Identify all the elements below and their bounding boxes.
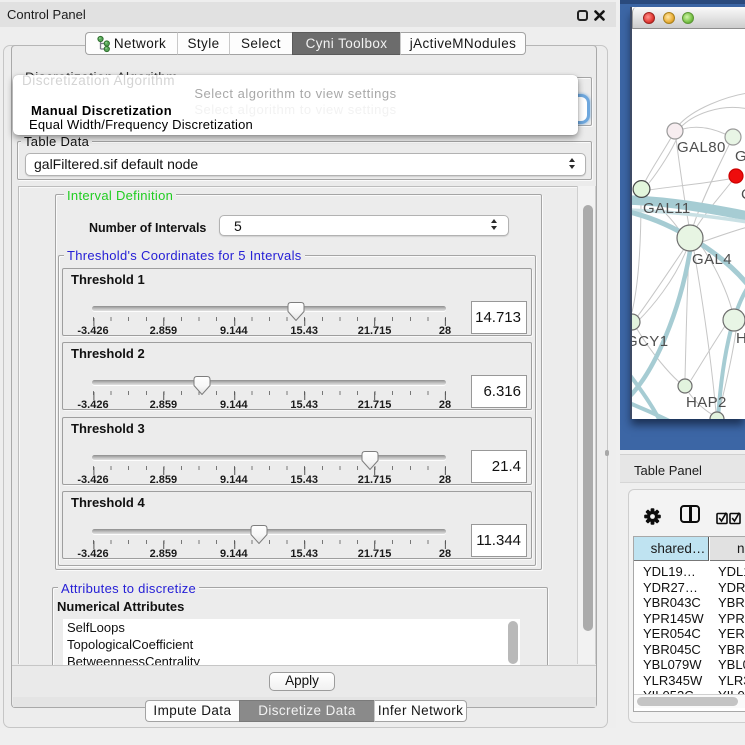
- svg-text:H: H: [736, 330, 745, 347]
- svg-text:C: C: [741, 186, 745, 203]
- svg-text:GAL4: GAL4: [692, 251, 732, 268]
- svg-text:GAL80: GAL80: [677, 139, 726, 156]
- svg-text:HAP2: HAP2: [686, 394, 727, 411]
- svg-text:GAL11: GAL11: [643, 200, 691, 217]
- svg-text:GA: GA: [735, 148, 745, 165]
- svg-text:GCY1: GCY1: [632, 333, 668, 350]
